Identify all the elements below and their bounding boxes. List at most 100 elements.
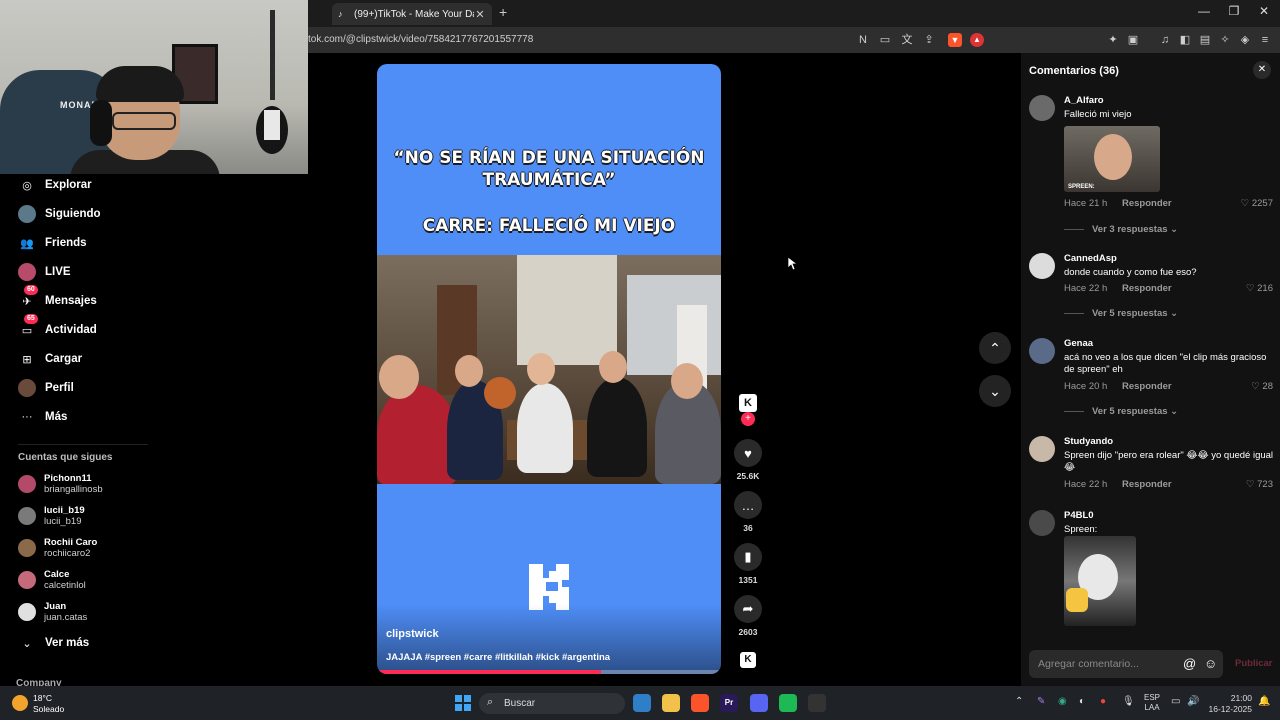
widgets-app[interactable] xyxy=(633,694,651,712)
sidebar-item-live[interactable]: LIVE xyxy=(18,261,71,283)
discord-app[interactable] xyxy=(750,694,768,712)
comment-icon[interactable]: … xyxy=(734,491,762,519)
music-disc-icon[interactable]: K xyxy=(740,652,756,668)
close-comments-icon[interactable]: ✕ xyxy=(1253,61,1271,79)
reader-icon[interactable]: Ν xyxy=(856,33,870,47)
extensions-icon[interactable]: ✦ xyxy=(1106,33,1120,47)
reply-button[interactable]: Responder xyxy=(1122,283,1172,294)
comment-avatar[interactable] xyxy=(1029,436,1055,462)
sidebar-item-m-s[interactable]: ··· Más xyxy=(18,406,68,428)
video-player[interactable]: “NO SE RÍAN DE UNA SITUACIÓN TRAUMÁTICA”… xyxy=(377,64,721,674)
close-window-button[interactable]: ✕ xyxy=(1254,4,1274,18)
brave-shields-icon[interactable]: ▼ xyxy=(948,33,962,47)
share-icon[interactable]: ⇪ xyxy=(922,33,936,47)
brave-rewards-icon[interactable]: ▲ xyxy=(970,33,984,47)
volume-icon[interactable]: 🔊 xyxy=(1187,696,1199,707)
leo-icon[interactable]: ✧ xyxy=(1218,33,1232,47)
like-action[interactable]: ♥ 25.6K xyxy=(733,439,763,481)
reply-button[interactable]: Responder xyxy=(1122,479,1172,490)
view-replies-button[interactable]: Ver 5 respuestas ⌄ xyxy=(1064,406,1178,417)
wallet2-icon[interactable]: ▤ xyxy=(1198,33,1212,47)
file-explorer-app[interactable] xyxy=(662,694,680,712)
sidebar-item-mensajes[interactable]: ✈ 60 Mensajes xyxy=(18,285,97,312)
network-icon[interactable]: ▭ xyxy=(1171,696,1180,707)
taskbar-search[interactable]: ⌕ Buscar xyxy=(479,693,625,714)
share-action[interactable]: ➦ 2603 xyxy=(733,595,763,637)
brave-app[interactable] xyxy=(691,694,709,712)
wallet-icon[interactable]: ▣ xyxy=(1126,33,1140,47)
following-account[interactable]: Pichonn11 briangallinosb xyxy=(18,471,103,497)
tray-app-icon[interactable]: ● xyxy=(1100,696,1106,707)
url-field[interactable]: tok.com/@clipstwick/video/75842177672015… xyxy=(308,34,533,45)
following-account[interactable]: Calce calcetinlol xyxy=(18,567,86,593)
weather-sun-icon[interactable] xyxy=(12,695,28,711)
premiere-app[interactable]: Pr xyxy=(720,694,738,712)
sidebar-icon[interactable]: ◧ xyxy=(1178,33,1192,47)
minimize-button[interactable]: — xyxy=(1194,4,1214,18)
comment-likes[interactable]: ♡ 723 xyxy=(1246,479,1273,490)
creator-avatar[interactable]: K xyxy=(739,394,757,412)
start-button[interactable] xyxy=(455,695,471,711)
sidebar-item-friends[interactable]: 👥 Friends xyxy=(18,232,86,254)
cast-icon[interactable]: ▭ xyxy=(878,33,892,47)
maximize-button[interactable]: ❐ xyxy=(1224,4,1244,18)
comment-image[interactable]: SPREEN: xyxy=(1064,126,1160,192)
translate-icon[interactable]: 文 xyxy=(900,33,914,47)
save-action[interactable]: ▮ 1351 xyxy=(733,543,763,585)
comment-user[interactable]: Studyando xyxy=(1064,436,1113,447)
video-progress-bar[interactable] xyxy=(377,670,721,674)
video-author[interactable]: clipstwick xyxy=(386,628,439,640)
weather-widget[interactable]: 18°C Soleado xyxy=(33,693,64,715)
comment-likes[interactable]: ♡ 2257 xyxy=(1241,198,1273,209)
comment-user[interactable]: A_Alfaro xyxy=(1064,95,1104,106)
language-indicator[interactable]: ESP LAA xyxy=(1144,693,1160,713)
sidebar-item-perfil[interactable]: Perfil xyxy=(18,377,74,399)
view-replies-button[interactable]: Ver 3 respuestas ⌄ xyxy=(1064,224,1178,235)
following-account[interactable]: Rochii Caro rochiicaro2 xyxy=(18,535,97,561)
following-account[interactable]: lucii_b19 lucii_b19 xyxy=(18,503,85,529)
see-more-button[interactable]: ⌄ Ver más xyxy=(18,632,89,654)
comment-action[interactable]: … 36 xyxy=(733,491,763,533)
comment-avatar[interactable] xyxy=(1029,253,1055,279)
tab-close-icon[interactable]: ✕ xyxy=(474,8,486,21)
vpn-icon[interactable]: ◈ xyxy=(1238,33,1252,47)
previous-video-button[interactable]: ⌃ xyxy=(979,332,1011,364)
emoji-icon[interactable]: ☺ xyxy=(1204,656,1217,671)
comment-likes[interactable]: ♡ 28 xyxy=(1251,381,1273,392)
video-caption[interactable]: JAJAJA #spreen #carre #litkillah #kick #… xyxy=(386,652,610,663)
mention-icon[interactable]: @ xyxy=(1183,656,1196,671)
post-comment-button[interactable]: Publicar xyxy=(1235,658,1273,669)
comment-user[interactable]: CannedAsp xyxy=(1064,253,1117,264)
comment-likes[interactable]: ♡ 216 xyxy=(1246,283,1273,294)
reply-button[interactable]: Responder xyxy=(1122,381,1172,392)
obs-app[interactable] xyxy=(808,694,826,712)
comment-image[interactable] xyxy=(1064,536,1136,626)
system-clock[interactable]: 21:00 16-12-2025 xyxy=(1206,693,1252,715)
microphone-icon[interactable]: 🎙 xyxy=(1122,696,1135,707)
view-replies-button[interactable]: Ver 5 respuestas ⌄ xyxy=(1064,308,1178,319)
sidebar-item-actividad[interactable]: ▭ 65 Actividad xyxy=(18,314,97,341)
comment-user[interactable]: Genaa xyxy=(1064,338,1093,349)
comment-avatar[interactable] xyxy=(1029,95,1055,121)
tray-chevron-icon[interactable]: ⌃ xyxy=(1015,696,1023,707)
tray-app-icon[interactable]: ✎ xyxy=(1037,696,1045,707)
next-video-button[interactable]: ⌄ xyxy=(979,375,1011,407)
comment-user[interactable]: P4BL0 xyxy=(1064,510,1094,521)
sidebar-item-explorar[interactable]: ◎ Explorar xyxy=(18,174,91,196)
share-arrow-icon[interactable]: ➦ xyxy=(734,595,762,623)
sidebar-item-cargar[interactable]: ⊞ Cargar xyxy=(18,348,82,370)
follow-plus-icon[interactable]: + xyxy=(741,412,755,426)
spotify-app[interactable] xyxy=(779,694,797,712)
tray-app-icon[interactable]: ◉ xyxy=(1058,696,1067,707)
comment-avatar[interactable] xyxy=(1029,338,1055,364)
browser-tab[interactable]: ♪ (99+)TikTok - Make Your Day ✕ xyxy=(332,3,492,25)
reply-button[interactable]: Responder xyxy=(1122,198,1172,209)
tray-steam-icon[interactable]: ◐ xyxy=(1079,696,1085,707)
sidebar-item-siguiendo[interactable]: Siguiendo xyxy=(18,203,101,225)
comment-input[interactable]: Agregar comentario... @ ☺ xyxy=(1029,650,1223,678)
notification-icon[interactable]: 🔔 xyxy=(1258,696,1270,707)
menu-icon[interactable]: ≡ xyxy=(1258,33,1272,47)
comment-avatar[interactable] xyxy=(1029,510,1055,536)
heart-icon[interactable]: ♥ xyxy=(734,439,762,467)
media-icon[interactable]: ♫ xyxy=(1158,33,1172,47)
